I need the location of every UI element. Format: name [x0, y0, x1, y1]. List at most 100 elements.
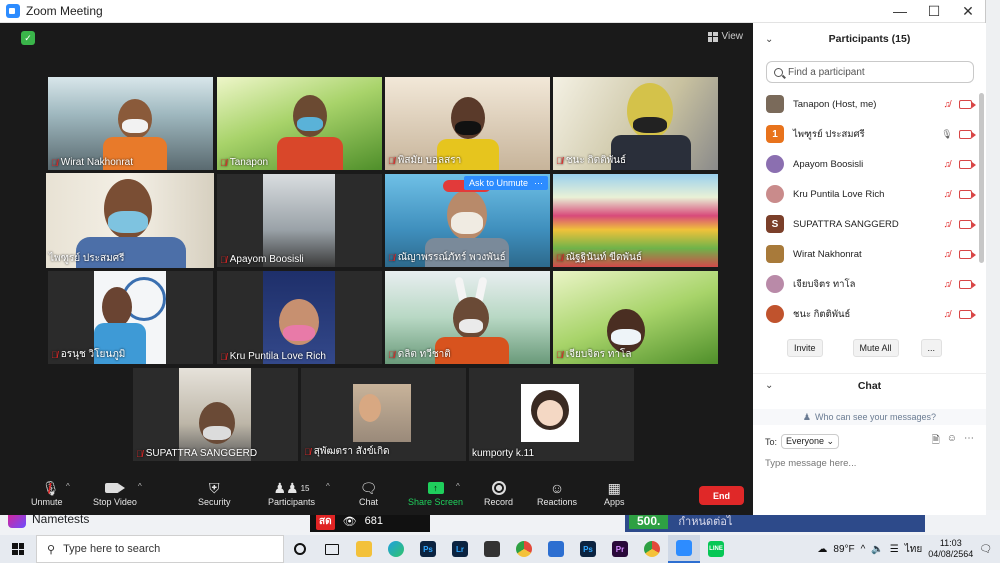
tile-name-label: kumporty k.11: [472, 448, 535, 459]
maximize-button[interactable]: ☐: [917, 0, 951, 23]
video-tile[interactable]: 🎙̸ ชนะ กิตติพันธ์: [553, 77, 718, 170]
lightroom-icon[interactable]: Lr: [444, 535, 476, 563]
video-off-icon[interactable]: [959, 309, 976, 319]
mic-muted-icon[interactable]: ♫̸: [941, 249, 953, 259]
participant-row[interactable]: 1 ไพฑูรย์ ประสมศรี 🎙: [753, 119, 986, 149]
video-tile[interactable]: 🎙̸ ดลิต ทวีชาติ: [385, 271, 550, 364]
store-icon[interactable]: [476, 535, 508, 563]
record-button[interactable]: Record: [484, 479, 513, 507]
unmute-button[interactable]: 🎙 / Unmute: [31, 479, 63, 508]
reactions-button[interactable]: ☺ Reactions: [537, 479, 577, 507]
video-off-icon[interactable]: [959, 249, 976, 259]
photoshop-2-icon[interactable]: Ps: [572, 535, 604, 563]
mic-on-icon[interactable]: 🎙: [941, 129, 953, 140]
mic-muted-icon[interactable]: ♫̸: [941, 309, 953, 319]
video-off-icon[interactable]: [959, 129, 976, 139]
video-tile[interactable]: 🎙̸ ณัฐฐินันท์ ขีดพันธ์: [553, 174, 718, 267]
more-options-icon[interactable]: ···: [534, 178, 543, 188]
participant-row[interactable]: S SUPATTRA SANGGERD ♫̸: [753, 209, 986, 239]
taskbar-search[interactable]: ⚲ Type here to search: [36, 535, 284, 563]
weather-cloud-icon[interactable]: ☁: [817, 544, 827, 555]
video-tile[interactable]: 🎙̸ อรนุช วิโยนภูมิ: [48, 271, 213, 364]
temperature[interactable]: 89°F: [833, 544, 854, 555]
view-button[interactable]: View: [707, 31, 743, 42]
minimize-button[interactable]: —: [883, 0, 917, 23]
apps-button[interactable]: ▦ Apps: [604, 479, 625, 508]
video-tile[interactable]: 🎙̸ พิสมัย บอลสรา: [385, 77, 550, 170]
audio-options-caret-icon[interactable]: ^: [66, 482, 70, 491]
mic-muted-icon[interactable]: ♫̸: [941, 189, 953, 199]
invite-button[interactable]: Invite: [787, 339, 823, 357]
edge-icon[interactable]: [380, 535, 412, 563]
network-icon[interactable]: ☰: [890, 544, 899, 555]
video-tile[interactable]: 🎙̸ Tanapon: [217, 77, 382, 170]
mute-all-button[interactable]: Mute All: [852, 339, 899, 357]
clock-time: 11:03: [939, 538, 962, 548]
participant-row[interactable]: Tanapon (Host, me) ♫̸: [753, 89, 986, 119]
video-tile[interactable]: 🎙̸ SUPATTRA SANGGERD: [133, 368, 298, 461]
mic-muted-icon[interactable]: ♫̸: [941, 99, 953, 109]
video-off-icon[interactable]: [959, 189, 976, 199]
participant-row[interactable]: Wirat Nakhonrat ♫̸: [753, 239, 986, 269]
share-screen-button[interactable]: ↑ Share Screen: [408, 479, 463, 507]
more-options-button[interactable]: ...: [920, 339, 943, 357]
start-button[interactable]: [0, 543, 36, 555]
video-tile-active-speaker[interactable]: ไพฑูรย์ ประสมศรี: [46, 173, 214, 268]
language-indicator[interactable]: ไทย: [905, 542, 922, 557]
participants-options-caret-icon[interactable]: ^: [326, 482, 330, 491]
security-shield-icon[interactable]: ✓: [21, 31, 35, 45]
photoshop-icon[interactable]: Ps: [412, 535, 444, 563]
participant-list-scrollbar[interactable]: [979, 93, 984, 263]
end-meeting-button[interactable]: End: [699, 486, 744, 505]
more-icon[interactable]: ⋯: [964, 433, 974, 450]
recipient-select[interactable]: Everyone ⌄: [781, 434, 840, 449]
tray-chevron-icon[interactable]: ^: [861, 544, 866, 555]
close-button[interactable]: ✕: [951, 0, 985, 23]
video-off-icon[interactable]: [959, 99, 976, 109]
premiere-icon[interactable]: Pr: [604, 535, 636, 563]
notifications-icon[interactable]: 🗨: [979, 544, 992, 555]
participant-row[interactable]: เจียบจิตร ทาโล ♫̸: [753, 269, 986, 299]
file-explorer-icon[interactable]: [348, 535, 380, 563]
video-tile[interactable]: Ask to Unmute ··· 🎙̸ ณัญาพรรณ์ภัทร์ พวงพัน…: [385, 174, 550, 267]
video-tile[interactable]: 🎙̸ เจียบจิตร ทาโล: [553, 271, 718, 364]
video-off-icon[interactable]: [959, 219, 976, 229]
line-icon[interactable]: LINE: [700, 535, 732, 563]
video-off-icon[interactable]: [959, 159, 976, 169]
video-tile[interactable]: 🎙̸ Wirat Nakhonrat: [48, 77, 213, 170]
video-tile[interactable]: 🎙̸ Kru Puntila Love Rich: [217, 271, 382, 364]
zoom-taskbar-icon[interactable]: [668, 535, 700, 563]
emoji-icon[interactable]: ☺: [947, 433, 957, 450]
taskbar-search-placeholder[interactable]: Type here to search: [63, 543, 160, 555]
video-tile[interactable]: 🎙̸ Apayom Boosisli: [217, 174, 382, 267]
ask-to-unmute-button[interactable]: Ask to Unmute ···: [463, 176, 548, 190]
video-tile[interactable]: kumporty k.11: [469, 368, 634, 461]
task-view-icon[interactable]: [316, 535, 348, 563]
participant-search-placeholder[interactable]: Find a participant: [788, 67, 865, 78]
security-button[interactable]: ⛨ Security: [198, 479, 231, 508]
mic-muted-icon[interactable]: ♫̸: [941, 219, 953, 229]
participant-row[interactable]: ชนะ กิตติพันธ์ ♫̸: [753, 299, 986, 329]
file-icon[interactable]: 🗎: [932, 433, 940, 450]
mail-icon[interactable]: [540, 535, 572, 563]
chrome-2-icon[interactable]: [636, 535, 668, 563]
chrome-icon[interactable]: [508, 535, 540, 563]
video-off-icon[interactable]: [959, 279, 976, 289]
participant-row[interactable]: Kru Puntila Love Rich ♫̸: [753, 179, 986, 209]
who-can-see-link[interactable]: ♟ Who can see your messages?: [753, 409, 986, 425]
video-gallery: ✓ View 🎙̸ Wirat Nakhonrat 🎙̸ Tanapon 🎙̸ พิส…: [13, 23, 753, 515]
participant-search[interactable]: Find a participant: [766, 61, 974, 83]
cortana-icon[interactable]: [284, 535, 316, 563]
participant-row[interactable]: Apayom Boosisli ♫̸: [753, 149, 986, 179]
stop-video-button[interactable]: Stop Video: [93, 479, 137, 507]
mic-muted-icon[interactable]: ♫̸: [941, 279, 953, 289]
mic-muted-icon[interactable]: ♫̸: [941, 159, 953, 169]
chat-button[interactable]: 🗨 Chat: [359, 479, 378, 508]
video-options-caret-icon[interactable]: ^: [138, 482, 142, 491]
share-options-caret-icon[interactable]: ^: [456, 482, 460, 491]
chat-message-input[interactable]: [765, 458, 965, 469]
participants-button[interactable]: ♟♟ 15 Participants: [268, 479, 315, 508]
volume-icon[interactable]: 🔈: [871, 544, 883, 555]
clock[interactable]: 11:03 04/08/2564: [928, 538, 973, 560]
video-tile[interactable]: 🎙̸ สุพัฒตรา สังข์เกิด: [301, 368, 466, 461]
